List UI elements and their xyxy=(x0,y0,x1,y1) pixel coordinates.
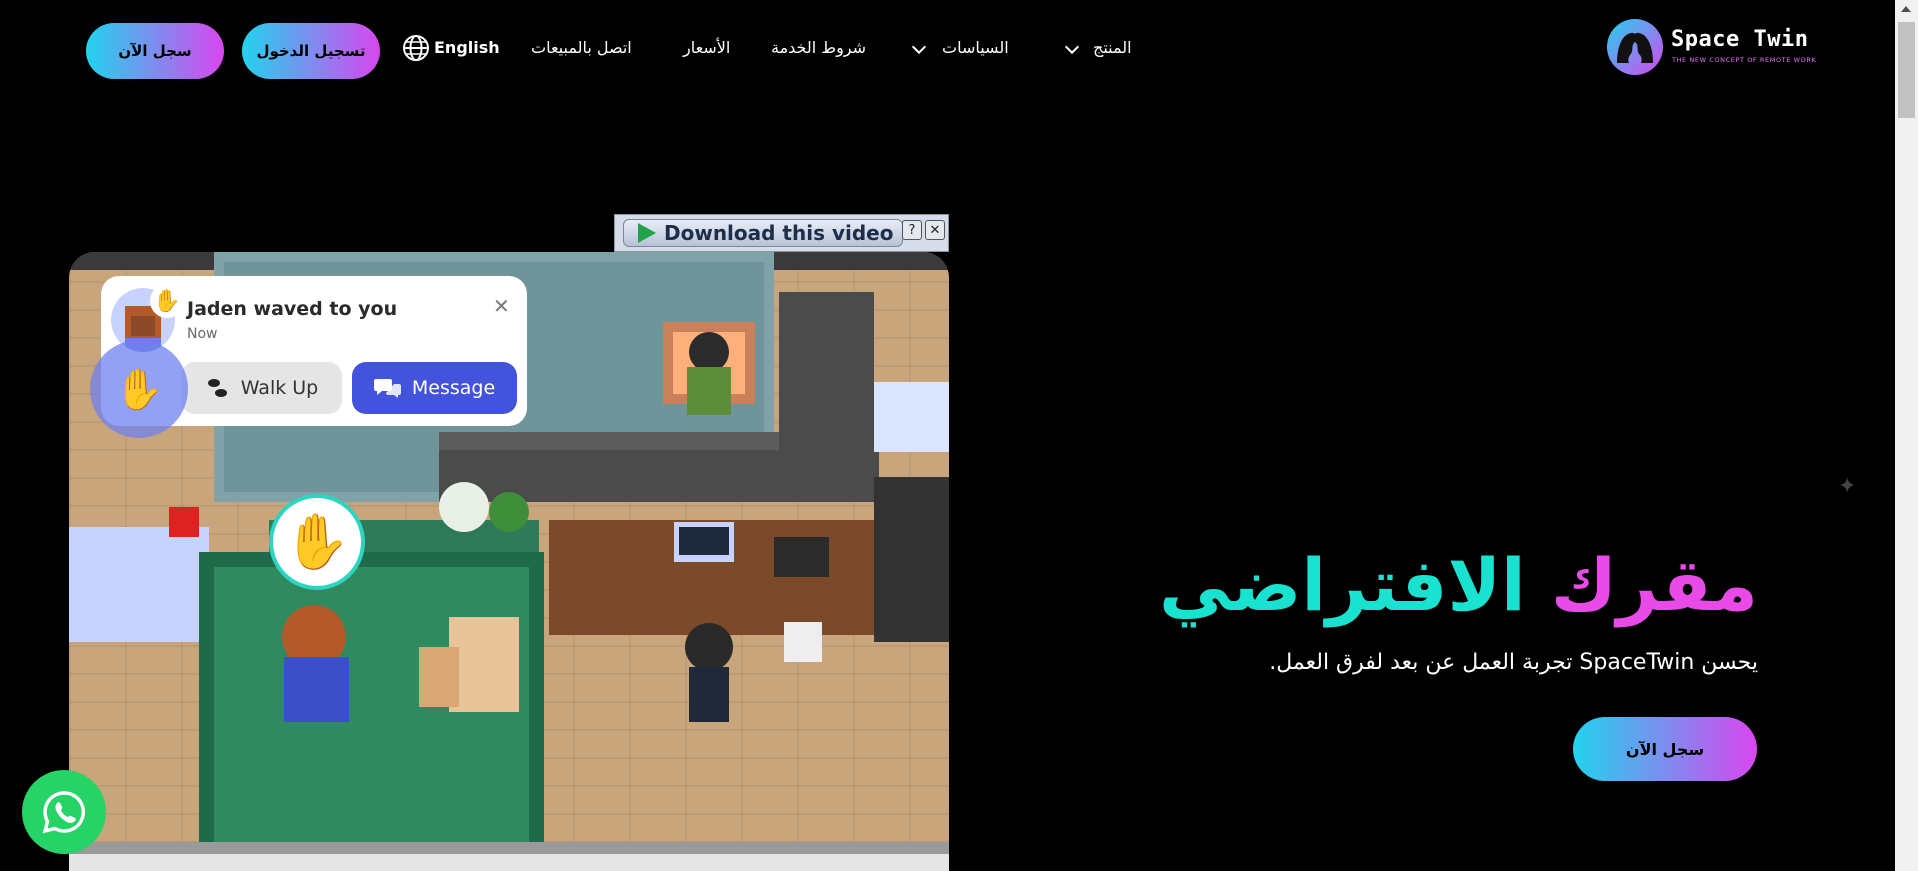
nav-product[interactable]: المنتج xyxy=(1093,38,1132,57)
play-icon xyxy=(638,223,656,243)
scrollbar-thumb[interactable] xyxy=(1898,22,1915,118)
nav-contact-sales[interactable]: اتصل بالمبيعات xyxy=(531,38,632,57)
site-header: سجل الآن تسجيل الدخول English اتصل بالمب… xyxy=(0,0,1895,100)
notification-title: Jaden waved to you xyxy=(187,298,398,320)
download-video-button[interactable]: Download this video xyxy=(623,219,903,247)
waving-hand-icon: ✋ xyxy=(114,366,164,413)
header-signup-button[interactable]: سجل الآن xyxy=(86,23,224,79)
wave-emoji-badge-icon: ✋ xyxy=(150,284,184,318)
close-toolbar-button[interactable]: ✕ xyxy=(925,220,945,240)
product-chevron-down-icon[interactable] xyxy=(1064,39,1080,55)
sparkle-icon: ✦ xyxy=(1838,474,1857,499)
message-label: Message xyxy=(411,377,496,399)
hero-title-part1: مقرك xyxy=(1550,543,1758,627)
walk-up-button[interactable]: Walk Up xyxy=(181,362,342,414)
scroll-up-arrow-icon[interactable] xyxy=(1901,6,1911,12)
hero-signup-button[interactable]: سجل الآن xyxy=(1573,717,1757,781)
notification-close-icon[interactable]: ✕ xyxy=(493,294,510,318)
logo-mark-icon xyxy=(1607,19,1663,75)
header-login-button[interactable]: تسجيل الدخول xyxy=(242,23,380,79)
policies-chevron-down-icon[interactable] xyxy=(911,39,927,55)
help-button[interactable]: ? xyxy=(902,220,922,240)
whatsapp-button[interactable] xyxy=(22,770,106,854)
hero-description: يحسن SpaceTwin تجربة العمل عن بعد لفرق ا… xyxy=(1269,650,1758,675)
logo-title: Space Twin xyxy=(1671,27,1809,52)
walk-up-label: Walk Up xyxy=(240,377,319,399)
language-selector[interactable]: English xyxy=(402,34,500,64)
logo-subtitle: THE NEW CONCEPT OF REMOTE WORK xyxy=(1672,56,1817,64)
globe-icon xyxy=(403,35,429,61)
footsteps-icon xyxy=(207,379,227,397)
video-download-toolbar: Download this video ? ✕ xyxy=(614,214,949,252)
whatsapp-icon xyxy=(42,791,86,834)
chat-bubbles-icon xyxy=(373,379,401,398)
page-scrollbar[interactable] xyxy=(1895,0,1918,871)
wave-back-button[interactable]: ✋ xyxy=(90,340,188,438)
notification-time: Now xyxy=(187,326,218,342)
nav-pricing[interactable]: الأسعار xyxy=(683,38,730,57)
hero-title-part2: الافتراضي xyxy=(1159,543,1526,627)
big-wave-emoji-icon: ✋ xyxy=(269,494,365,590)
logo[interactable]: Space Twin THE NEW CONCEPT OF REMOTE WOR… xyxy=(1607,19,1817,77)
message-button[interactable]: Message xyxy=(352,362,517,414)
nav-policies[interactable]: السياسات xyxy=(942,38,1009,57)
nav-terms[interactable]: شروط الخدمة xyxy=(771,38,866,57)
hero-title: مقرك الافتراضي xyxy=(1159,540,1758,630)
language-label: English xyxy=(434,38,500,57)
download-video-label: Download this video xyxy=(664,221,894,245)
